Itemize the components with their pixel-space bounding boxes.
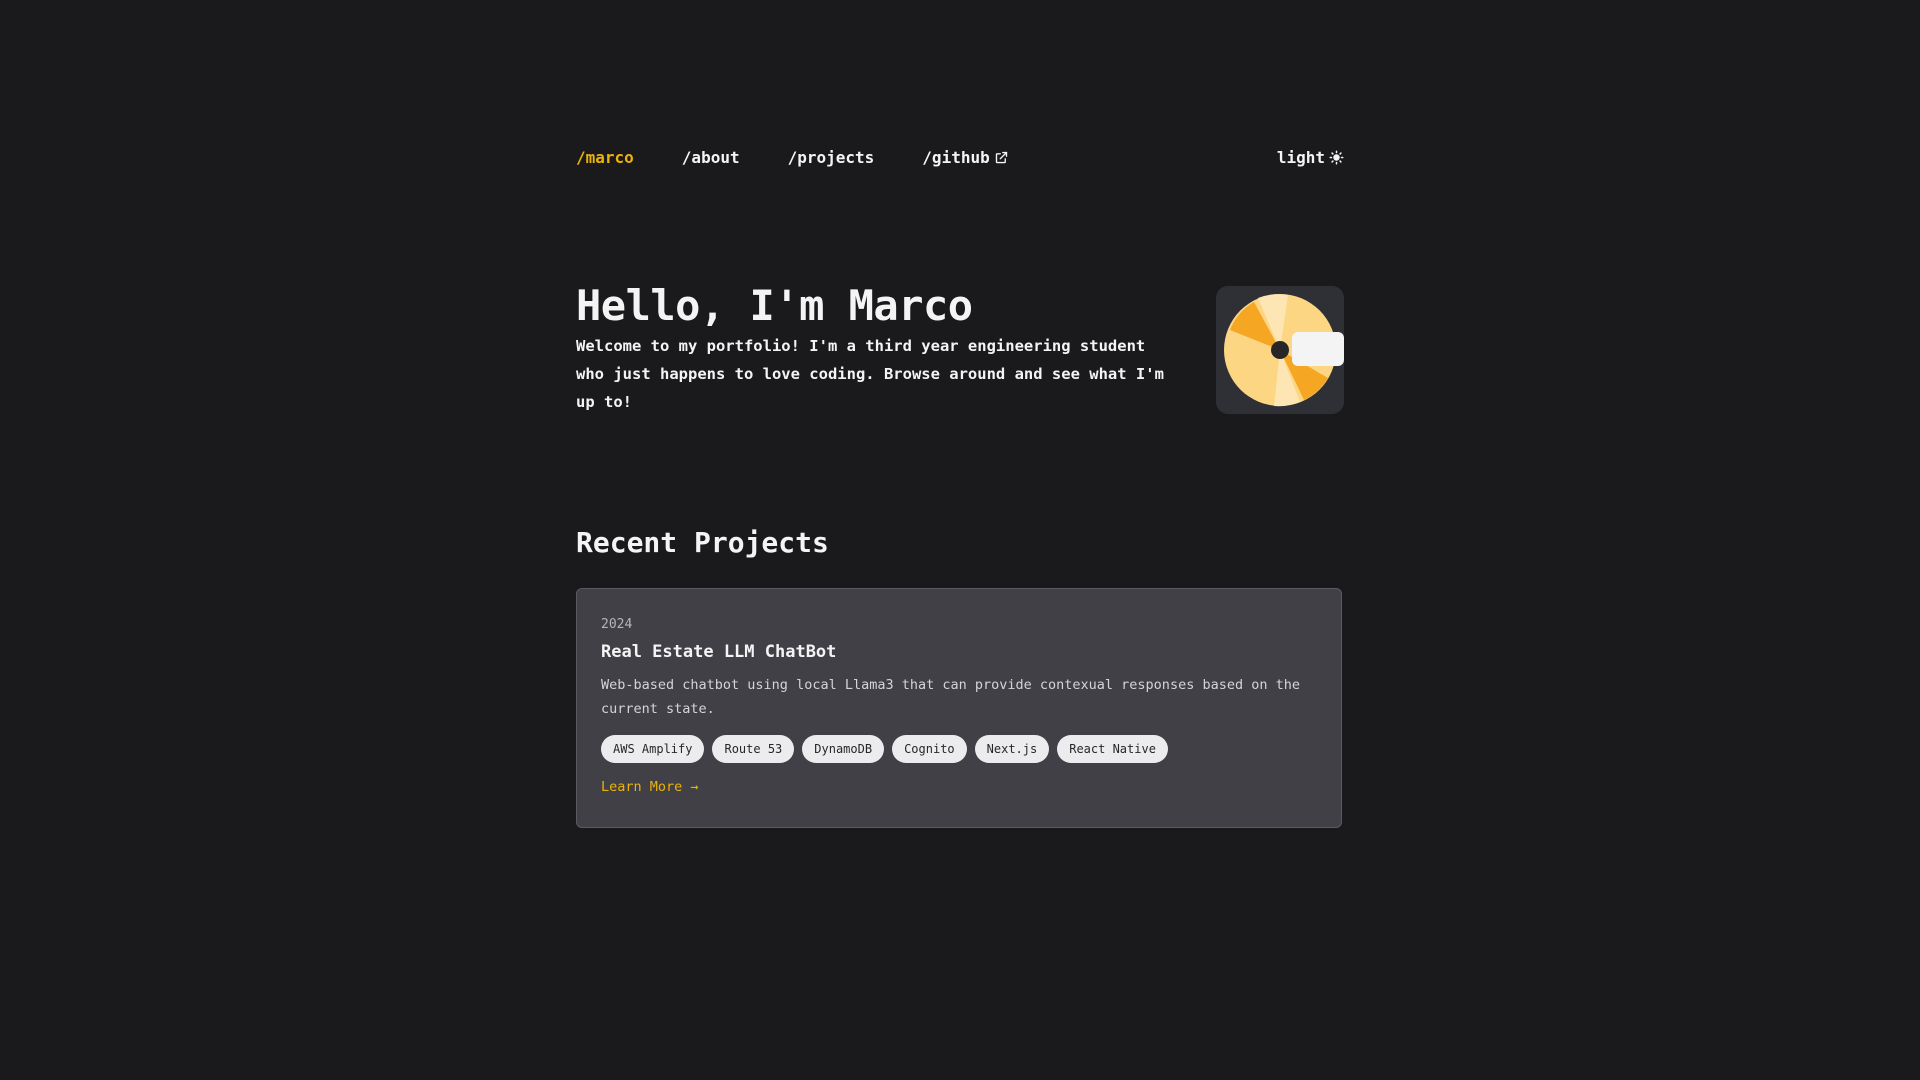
- project-title: Real Estate LLM ChatBot: [601, 642, 837, 662]
- pixel-avatar-icon: [1224, 294, 1344, 407]
- project-card: 2024 Real Estate LLM ChatBot Web-based c…: [576, 588, 1342, 828]
- nav-link-home[interactable]: /marco: [576, 148, 634, 167]
- tag-nextjs: Next.js: [974, 735, 1050, 763]
- nav-link-about[interactable]: /about: [682, 148, 740, 167]
- recent-projects-heading: Recent Projects: [576, 526, 829, 559]
- hero-section: Hello, I'm Marco Welcome to my portfolio…: [576, 280, 1344, 415]
- nav-link-projects[interactable]: /projects: [788, 148, 875, 167]
- project-description: Web-based chatbot using local Llama3 tha…: [601, 677, 1300, 717]
- tag-cognito: Cognito: [892, 735, 967, 763]
- nav-link-github[interactable]: /github: [922, 148, 1008, 167]
- learn-more-link[interactable]: Learn More →: [601, 777, 699, 797]
- hero-title: Hello, I'm Marco: [576, 281, 973, 330]
- external-link-icon: [995, 151, 1007, 163]
- top-nav: /marco /about /projects /github light: [576, 143, 1344, 171]
- sun-icon: [1329, 150, 1344, 164]
- theme-toggle-button[interactable]: light: [1277, 148, 1344, 167]
- project-year: 2024: [601, 617, 633, 632]
- avatar: [1216, 286, 1344, 414]
- tag-route-53: Route 53: [712, 735, 795, 763]
- tag-aws-amplify: AWS Amplify: [601, 735, 705, 763]
- project-tags: AWS Amplify Route 53 DynamoDB Cognito Ne…: [601, 735, 1317, 763]
- hero-text: Hello, I'm Marco Welcome to my portfolio…: [576, 280, 1166, 416]
- tag-react-native: React Native: [1057, 735, 1168, 763]
- tag-dynamodb: DynamoDB: [802, 735, 885, 763]
- nav-link-github-label: /github: [922, 147, 990, 167]
- page: /marco /about /projects /github light He…: [0, 0, 1920, 1080]
- hero-description: Welcome to my portfolio! I'm a third yea…: [576, 337, 1164, 411]
- theme-toggle-label: light: [1276, 147, 1325, 167]
